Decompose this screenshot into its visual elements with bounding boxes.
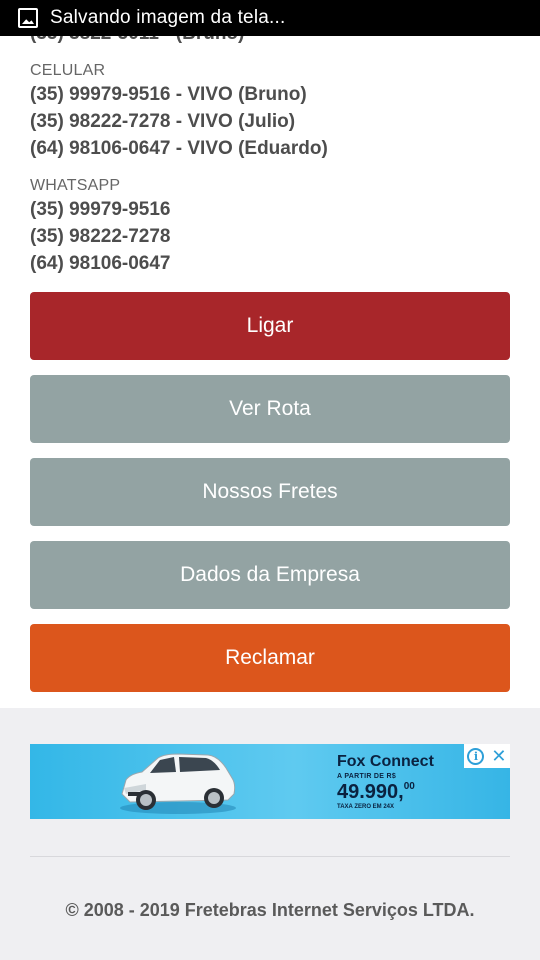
nossos-fretes-button[interactable]: Nossos Fretes <box>30 458 510 526</box>
reclamar-button[interactable]: Reclamar <box>30 624 510 692</box>
divider <box>30 856 510 857</box>
ad-subtitle: A PARTIR DE R$ <box>337 773 397 780</box>
ad-price-cents: 00 <box>403 781 415 792</box>
status-bar: Salvando imagem da tela... <box>0 0 540 36</box>
info-icon[interactable]: i <box>467 747 485 765</box>
whatsapp-label: WHATSAPP <box>30 177 121 194</box>
phone-line[interactable]: (64) 98106-0647 - VIVO (Eduardo) <box>30 135 328 162</box>
ad-price: 49.990,00 <box>337 781 415 804</box>
whatsapp-line[interactable]: (64) 98106-0647 <box>30 250 171 277</box>
celular-section: CELULAR (35) 99979-9516 - VIVO (Bruno) (… <box>30 62 328 162</box>
dados-empresa-button[interactable]: Dados da Empresa <box>30 541 510 609</box>
whatsapp-section: WHATSAPP (35) 99979-9516 (35) 98222-7278… <box>30 177 171 277</box>
ad-choices[interactable]: i ✕ <box>464 744 510 768</box>
footer: Fox Connect A PARTIR DE R$ 49.990,00 TAX… <box>0 708 540 960</box>
ad-banner[interactable]: Fox Connect A PARTIR DE R$ 49.990,00 TAX… <box>30 744 510 819</box>
phone-line[interactable]: (35) 98222-7278 - VIVO (Julio) <box>30 108 328 135</box>
phone-line[interactable]: (35) 99979-9516 - VIVO (Bruno) <box>30 81 328 108</box>
celular-label: CELULAR <box>30 62 106 79</box>
image-icon <box>18 8 38 28</box>
ad-tax-note: TAXA ZERO EM 24X <box>337 804 395 810</box>
whatsapp-line[interactable]: (35) 99979-9516 <box>30 196 171 223</box>
ver-rota-button[interactable]: Ver Rota <box>30 375 510 443</box>
copyright-text: © 2008 - 2019 Fretebras Internet Serviço… <box>65 900 475 920</box>
ad-title: Fox Connect <box>337 753 434 770</box>
status-text: Salvando imagem da tela... <box>50 7 286 28</box>
car-image <box>120 753 236 814</box>
close-icon[interactable]: ✕ <box>491 747 506 765</box>
ad-price-value: 49.990, <box>337 781 404 803</box>
ligar-button[interactable]: Ligar <box>30 292 510 360</box>
whatsapp-line[interactable]: (35) 98222-7278 <box>30 223 171 250</box>
